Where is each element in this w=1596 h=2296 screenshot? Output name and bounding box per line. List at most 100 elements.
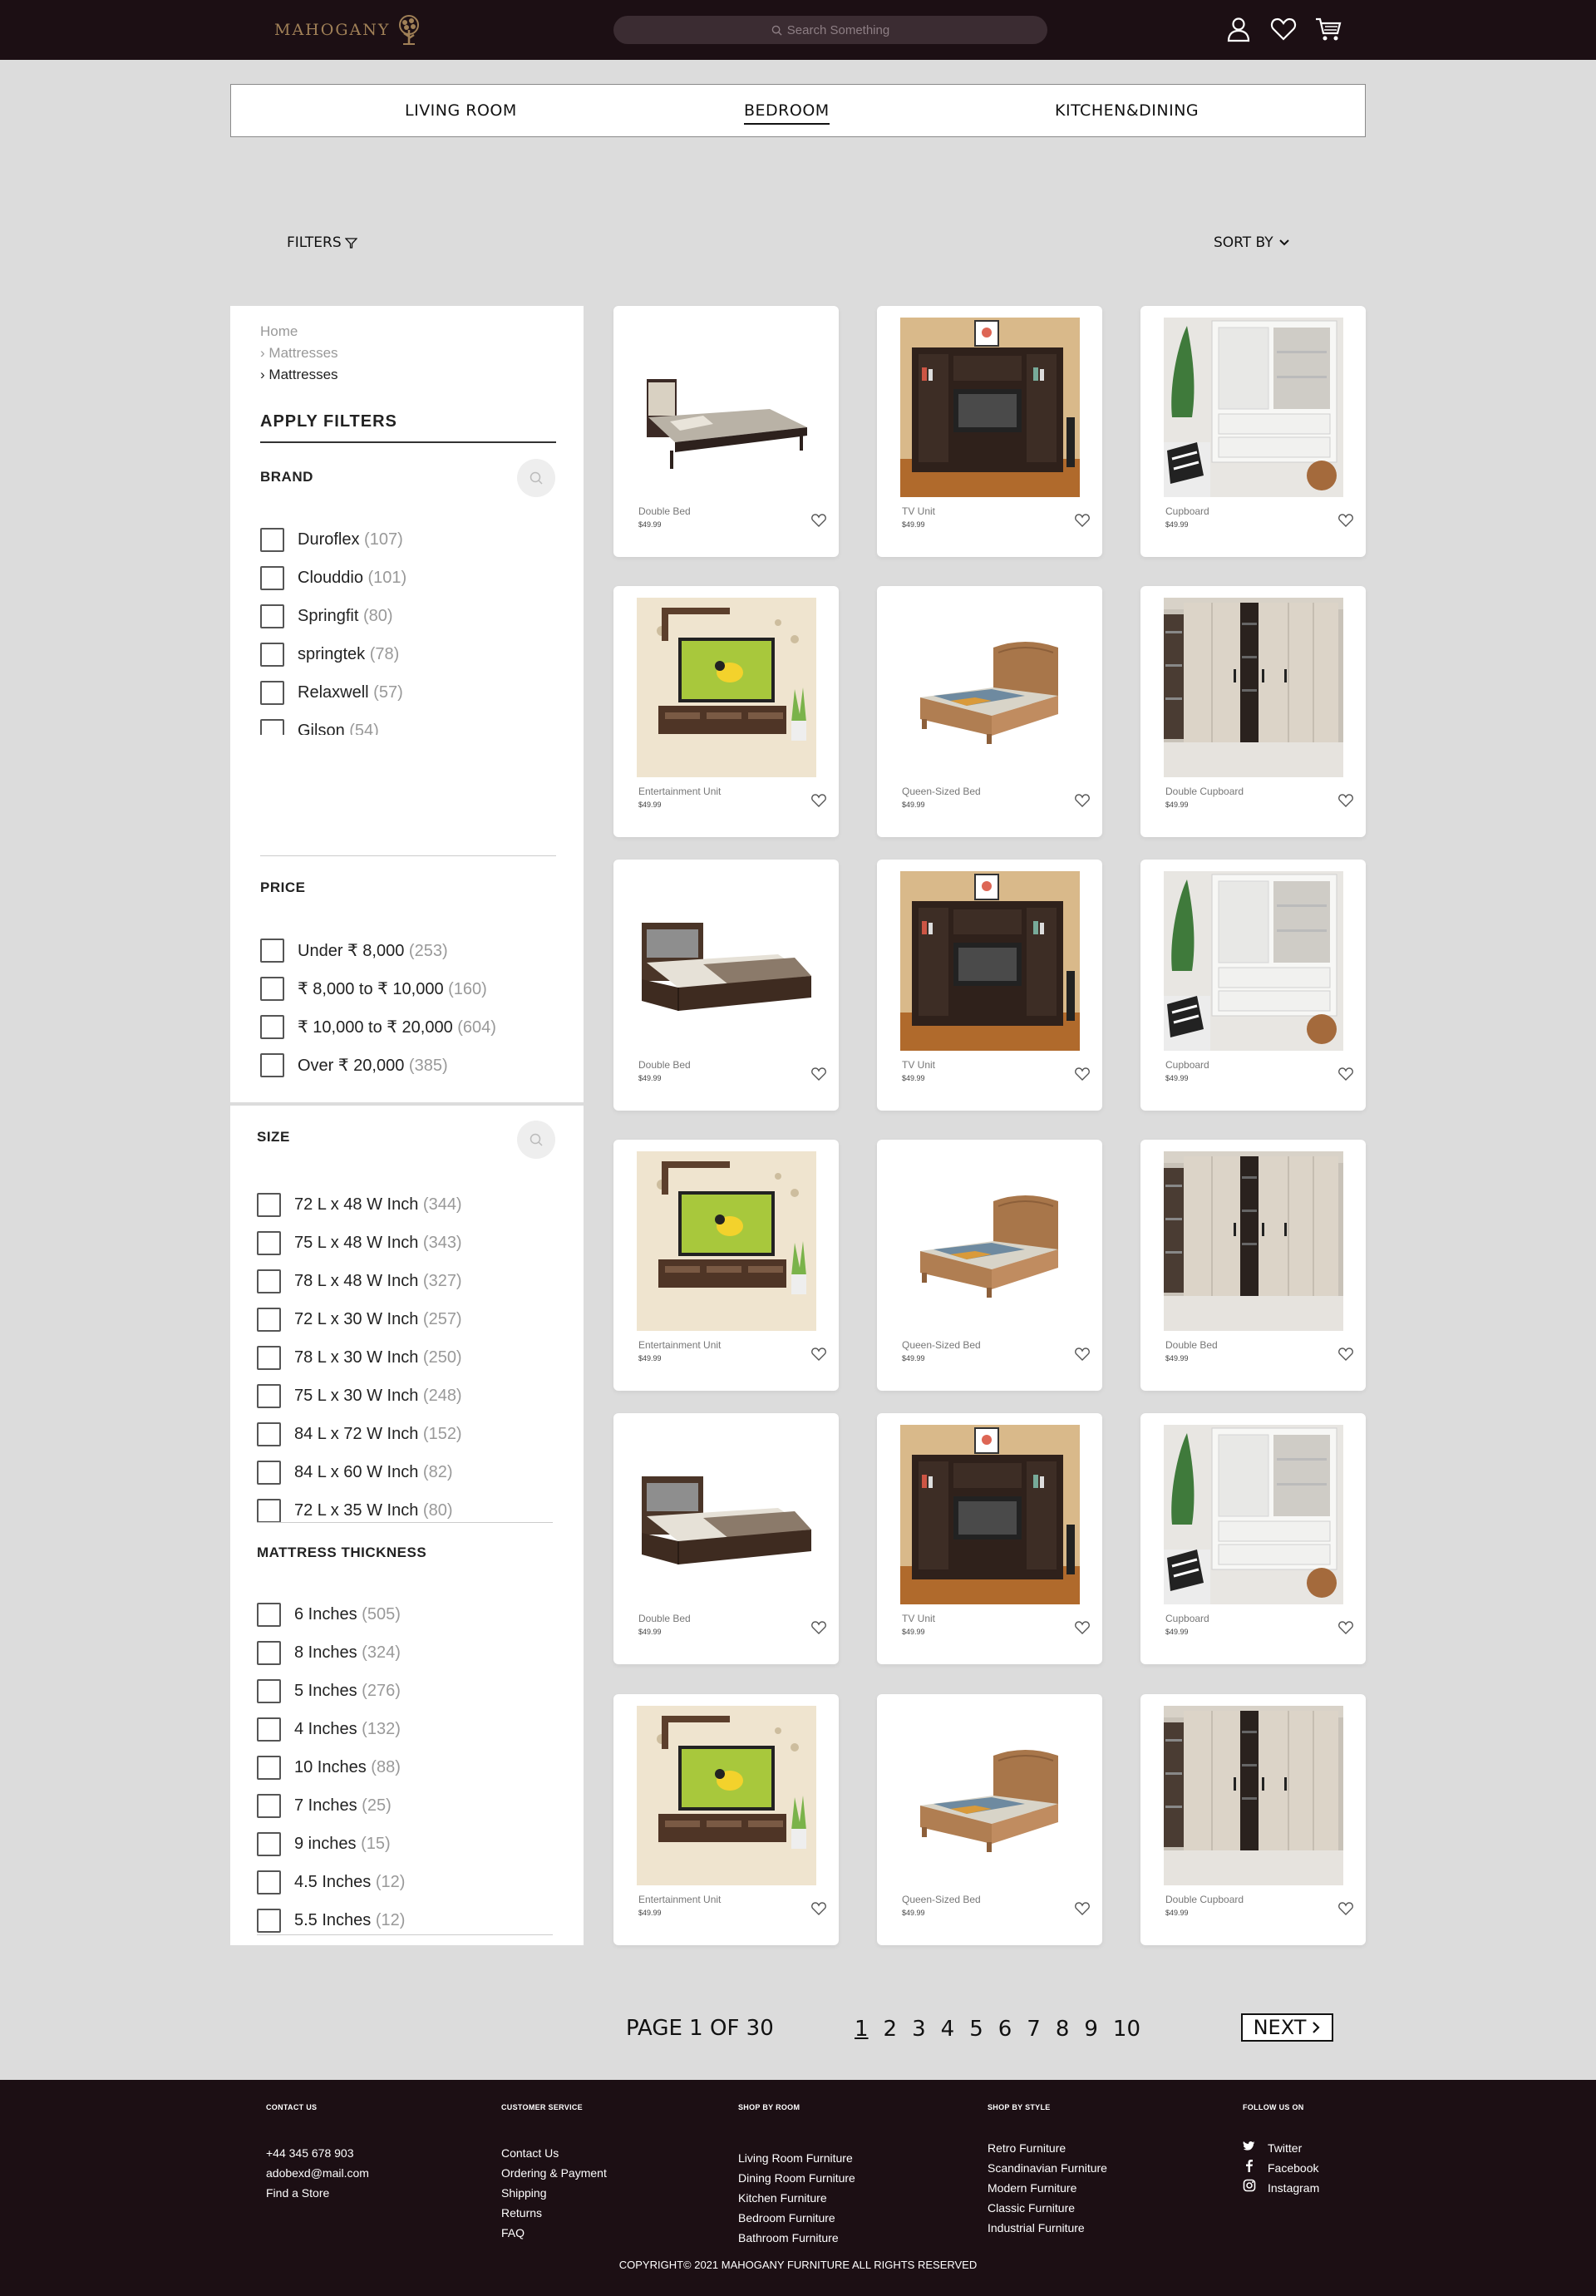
product-image[interactable] [1164,318,1343,497]
search-input[interactable]: Search Something [613,16,1047,44]
product-image[interactable] [637,1425,816,1604]
filter-option[interactable]: Duroflex (107) [260,520,556,559]
product-name[interactable]: Double Bed [638,1059,691,1071]
filter-option[interactable]: Gilson (54) [260,712,556,735]
heart-icon[interactable] [810,1619,827,1636]
product-image[interactable] [637,1151,816,1331]
checkbox[interactable] [257,1498,281,1523]
heart-icon[interactable] [810,1346,827,1362]
product-name[interactable]: TV Unit [902,1613,935,1624]
checkbox[interactable] [257,1717,281,1742]
product-card[interactable]: Double Bed $49.99 [613,306,839,557]
footer-link[interactable]: Bedroom Furniture [738,2208,855,2228]
cart-icon[interactable] [1314,15,1342,43]
heart-icon[interactable] [1074,1619,1091,1636]
product-image[interactable] [900,598,1080,777]
product-card[interactable]: Double Cupboard $49.99 [1140,586,1366,837]
filter-option[interactable]: 75 L x 30 W Inch (248) [257,1377,553,1415]
product-card[interactable]: Cupboard $49.99 [1140,860,1366,1111]
product-name[interactable]: Cupboard [1165,1613,1209,1624]
product-image[interactable] [1164,1425,1343,1604]
checkbox[interactable] [260,718,284,735]
filter-option[interactable]: 4 Inches (132) [257,1710,553,1748]
sort-dropdown[interactable]: SORT BY [1214,234,1290,251]
checkbox[interactable] [257,1793,281,1818]
filter-option[interactable]: 78 L x 48 W Inch (327) [257,1262,553,1300]
product-card[interactable]: Cupboard $49.99 [1140,306,1366,557]
filter-option[interactable]: 8 Inches (324) [257,1633,553,1672]
size-search-button[interactable] [517,1121,555,1159]
brand-logo[interactable]: MAHOGANY [274,13,423,47]
tab-bedroom[interactable]: BEDROOM [744,101,830,125]
product-card[interactable]: Double Bed $49.99 [613,1413,839,1664]
heart-icon[interactable] [1074,1900,1091,1917]
checkbox[interactable] [260,976,284,1001]
footer-contact-line[interactable]: Find a Store [266,2183,369,2203]
social-link[interactable]: Facebook [1243,2158,1319,2178]
page-number[interactable]: 3 [912,2017,926,2042]
footer-link[interactable]: Bathroom Furniture [738,2228,855,2248]
checkbox[interactable] [257,1755,281,1780]
product-name[interactable]: TV Unit [902,505,935,517]
product-image[interactable] [1164,598,1343,777]
breadcrumb-level-1[interactable]: › Mattresses [260,342,338,364]
product-image[interactable] [637,1706,816,1885]
page-number[interactable]: 2 [884,2017,898,2042]
product-name[interactable]: Queen-Sized Bed [902,1339,981,1351]
filter-option[interactable]: 72 L x 48 W Inch (344) [257,1185,553,1224]
heart-icon[interactable] [1074,1066,1091,1082]
footer-link[interactable]: Shipping [501,2183,607,2203]
product-name[interactable]: Queen-Sized Bed [902,786,981,797]
page-number[interactable]: 8 [1056,2017,1070,2042]
product-name[interactable]: Double Bed [638,505,691,517]
filter-option[interactable]: 72 L x 30 W Inch (257) [257,1300,553,1338]
product-name[interactable]: Double Cupboard [1165,1894,1244,1905]
footer-link[interactable]: Modern Furniture [988,2178,1107,2198]
footer-link[interactable]: FAQ [501,2223,607,2243]
filter-option[interactable]: 9 inches (15) [257,1825,553,1863]
product-image[interactable] [637,318,816,497]
page-number[interactable]: 6 [998,2017,1012,2042]
checkbox[interactable] [260,527,284,552]
footer-link[interactable]: Retro Furniture [988,2138,1107,2158]
page-number[interactable]: 4 [941,2017,955,2042]
checkbox[interactable] [257,1870,281,1894]
checkbox[interactable] [257,1383,281,1408]
filter-option[interactable]: Relaxwell (57) [260,673,556,712]
filter-option[interactable]: 84 L x 60 W Inch (82) [257,1453,553,1491]
checkbox[interactable] [260,938,284,963]
product-image[interactable] [900,871,1080,1051]
footer-contact-line[interactable]: adobexd@mail.com [266,2163,369,2183]
heart-icon[interactable] [1074,792,1091,809]
filter-option[interactable]: Clouddio (101) [260,559,556,597]
checkbox[interactable] [257,1602,281,1627]
product-image[interactable] [900,318,1080,497]
filter-option[interactable]: 78 L x 30 W Inch (250) [257,1338,553,1377]
page-number[interactable]: 9 [1084,2017,1098,2042]
checkbox[interactable] [257,1421,281,1446]
checkbox[interactable] [257,1908,281,1933]
filters-toggle[interactable]: FILTERS [287,234,357,251]
checkbox[interactable] [260,680,284,705]
checkbox[interactable] [257,1831,281,1856]
heart-icon[interactable] [1337,792,1354,809]
heart-icon[interactable] [810,512,827,529]
filter-option[interactable]: Under ₹ 8,000 (253) [260,931,556,969]
checkbox[interactable] [257,1345,281,1370]
heart-icon[interactable] [1337,1066,1354,1082]
product-name[interactable]: Entertainment Unit [638,1339,721,1351]
heart-icon[interactable] [810,1066,827,1082]
social-link[interactable]: Instagram [1243,2178,1319,2198]
heart-icon[interactable] [1337,512,1354,529]
product-card[interactable]: Queen-Sized Bed $49.99 [877,1694,1102,1945]
tab-living-room[interactable]: LIVING ROOM [405,101,517,120]
product-name[interactable]: Double Bed [1165,1339,1218,1351]
product-name[interactable]: Double Bed [638,1613,691,1624]
user-icon[interactable] [1224,15,1253,43]
product-image[interactable] [900,1425,1080,1604]
footer-link[interactable]: Contact Us [501,2143,607,2163]
product-image[interactable] [637,871,816,1051]
breadcrumb-home[interactable]: Home [260,321,338,342]
filter-option[interactable]: Springfit (80) [260,597,556,635]
product-card[interactable]: Entertainment Unit $49.99 [613,1140,839,1391]
